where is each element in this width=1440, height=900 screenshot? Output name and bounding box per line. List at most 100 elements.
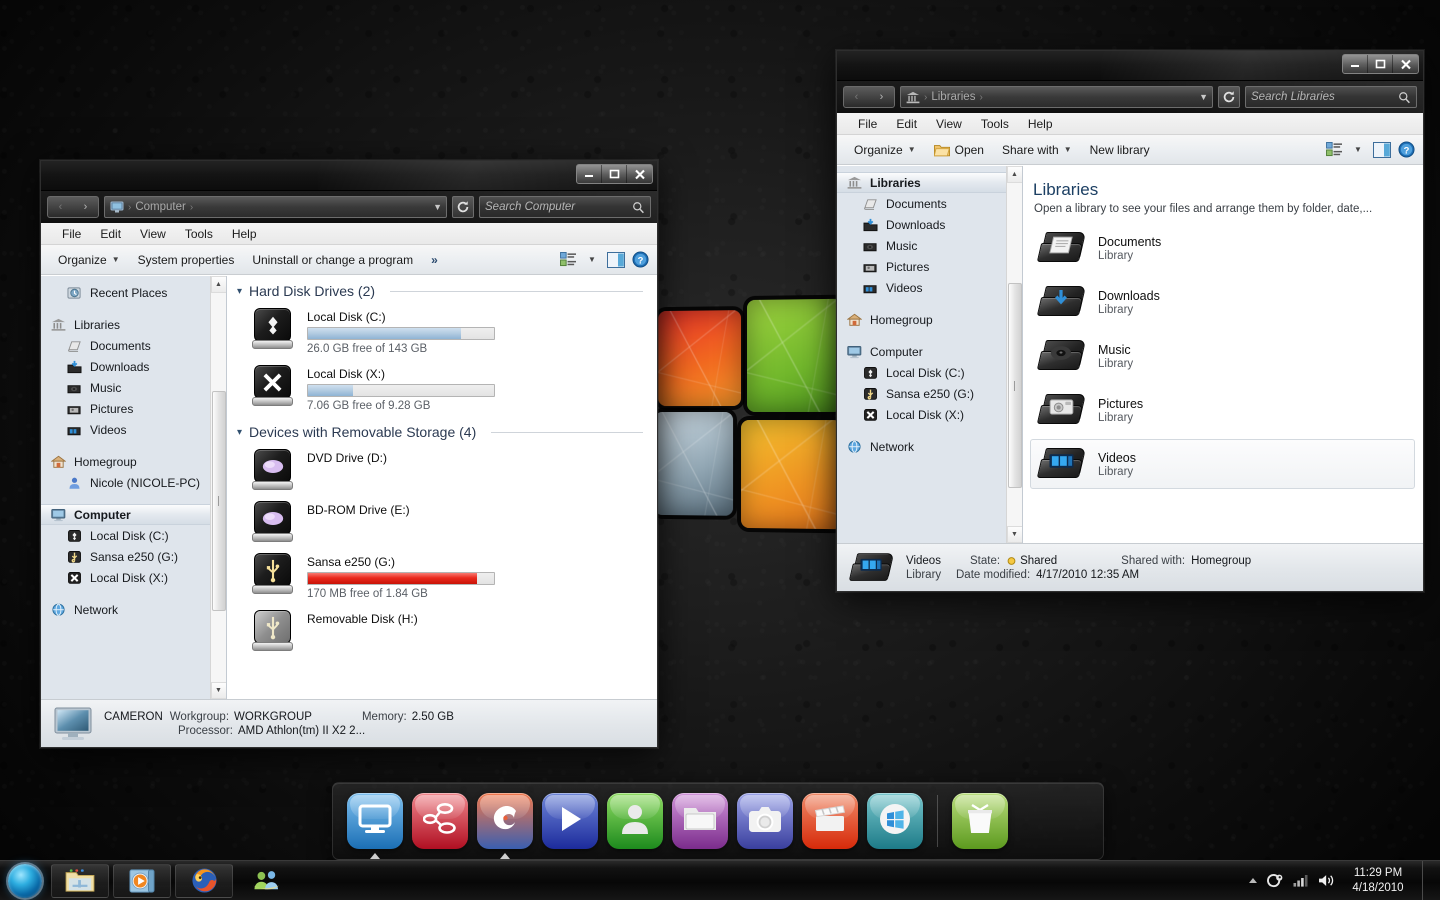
overflow-chevrons-button[interactable]: »	[423, 250, 446, 270]
nav-pane-scrollbar[interactable]: ▲ ▼	[210, 276, 226, 699]
sidebar-item-local-disk-c[interactable]: Local Disk (C:)	[41, 525, 226, 546]
computer-content-pane[interactable]: ▾ Hard Disk Drives (2) Local Disk (C:) 26.0…	[227, 276, 657, 699]
sidebar-item-documents[interactable]: Documents	[41, 335, 226, 356]
computer-explorer-window[interactable]: ‹ › › Computer › ▼ Search Computer File …	[40, 160, 658, 748]
sidebar-item-local-disk-x[interactable]: Local Disk (X:)	[41, 567, 226, 588]
menu-view[interactable]: View	[132, 226, 174, 242]
window-controls[interactable]	[1342, 54, 1419, 74]
sidebar-item-sansa-e250-g[interactable]: Sansa e250 (G:)	[41, 546, 226, 567]
menu-tools[interactable]: Tools	[973, 116, 1017, 132]
change-view-dropdown-button[interactable]: ▼	[1347, 139, 1369, 161]
dock-item-documents-folder[interactable]	[672, 793, 728, 849]
taskbar-button-windows-media-player[interactable]	[113, 863, 171, 898]
back-button[interactable]: ‹	[48, 197, 73, 217]
dock-item-movies[interactable]	[802, 793, 858, 849]
scroll-thumb[interactable]	[1007, 283, 1022, 488]
breadcrumb-separator-2[interactable]: ›	[190, 202, 193, 213]
dock-item-windows-start[interactable]	[867, 793, 923, 849]
computer-navigation-row[interactable]: ‹ › › Computer › ▼ Search Computer	[41, 191, 657, 223]
menu-help[interactable]: Help	[224, 226, 265, 242]
taskbar-clock[interactable]: 11:29 PM 4/18/2010	[1345, 866, 1411, 896]
sidebar-item-recent-places[interactable]: Recent Places	[41, 282, 226, 303]
scroll-thumb[interactable]	[211, 391, 226, 611]
preview-pane-button[interactable]	[605, 249, 627, 271]
scroll-down-button[interactable]: ▼	[1006, 526, 1022, 543]
library-item[interactable]: Music Library	[1030, 331, 1415, 381]
drive-item[interactable]: Local Disk (X:) 7.06 GB free of 9.28 GB	[227, 360, 657, 417]
drive-item[interactable]: BD-ROM Drive (E:)	[227, 496, 657, 548]
dock-item-photos[interactable]	[737, 793, 793, 849]
share-with-button[interactable]: Share with ▼	[994, 140, 1080, 160]
libraries-navigation-row[interactable]: ‹ › › Libraries › ▼ Search Libraries	[837, 81, 1423, 113]
help-button[interactable]: ?	[1395, 139, 1417, 161]
libraries-command-bar[interactable]: Organize ▼ Open Share with ▼ New library	[837, 135, 1423, 165]
sidebar-item-local-disk-c[interactable]: Local Disk (C:)	[837, 362, 1022, 383]
refresh-button[interactable]	[1218, 86, 1240, 108]
sidebar-item-network[interactable]: Network	[41, 599, 226, 620]
taskbar-button-windows-explorer[interactable]	[51, 863, 109, 898]
minimize-button[interactable]	[1343, 55, 1368, 73]
open-button[interactable]: Open	[926, 140, 992, 160]
libraries-menu-bar[interactable]: File Edit View Tools Help	[837, 113, 1423, 135]
libraries-content-pane[interactable]: Libraries Open a library to see your fil…	[1023, 166, 1423, 543]
menu-tools[interactable]: Tools	[177, 226, 221, 242]
forward-button[interactable]: ›	[73, 197, 98, 217]
steam-icon[interactable]	[1267, 873, 1284, 889]
scroll-up-button[interactable]: ▲	[210, 276, 226, 293]
sidebar-item-documents[interactable]: Documents	[837, 193, 1022, 214]
scroll-track[interactable]	[1006, 183, 1022, 526]
sidebar-item-local-disk-x[interactable]: Local Disk (X:)	[837, 404, 1022, 425]
breadcrumb-libraries[interactable]: Libraries	[931, 91, 975, 103]
maximize-button[interactable]	[602, 165, 627, 183]
sidebar-item-sansa-e250-g[interactable]: Sansa e250 (G:)	[837, 383, 1022, 404]
search-input[interactable]: Search Computer	[479, 196, 651, 218]
drive-group-header[interactable]: ▾ Hard Disk Drives (2)	[227, 276, 657, 303]
taskbar[interactable]: 11:29 PM 4/18/2010	[0, 860, 1440, 900]
taskbar-button-firefox[interactable]	[175, 863, 233, 898]
dock-item-user-account[interactable]	[607, 793, 663, 849]
dock-item-recycle-bin[interactable]	[952, 793, 1008, 849]
sidebar-item-libraries[interactable]: Libraries	[837, 172, 1022, 193]
address-bar[interactable]: › Computer › ▼	[104, 196, 447, 218]
address-dropdown-icon[interactable]: ▼	[433, 202, 442, 212]
library-item[interactable]: Pictures Library	[1030, 385, 1415, 435]
show-desktop-button[interactable]	[1422, 861, 1431, 900]
taskbar-button-windows-live-messenger[interactable]	[237, 864, 295, 898]
desktop-dock[interactable]	[332, 782, 1104, 860]
menu-help[interactable]: Help	[1020, 116, 1061, 132]
sidebar-item-homegroup[interactable]: Homegroup	[41, 451, 226, 472]
close-button[interactable]	[627, 165, 652, 183]
sidebar-item-music[interactable]: Music	[41, 377, 226, 398]
forward-button[interactable]: ›	[869, 87, 894, 107]
new-library-button[interactable]: New library	[1082, 140, 1158, 160]
help-button[interactable]: ?	[629, 249, 651, 271]
sidebar-item-nicole-nicole-pc[interactable]: Nicole (NICOLE-PC)	[41, 472, 226, 493]
menu-file[interactable]: File	[54, 226, 89, 242]
menu-view[interactable]: View	[928, 116, 970, 132]
dock-item-media-player[interactable]	[542, 793, 598, 849]
change-view-button[interactable]	[557, 249, 579, 271]
system-properties-button[interactable]: System properties	[130, 250, 243, 270]
sidebar-item-pictures[interactable]: Pictures	[41, 398, 226, 419]
library-item[interactable]: Documents Library	[1030, 223, 1415, 273]
sidebar-item-computer[interactable]: Computer	[837, 341, 1022, 362]
computer-window-titlebar[interactable]	[41, 161, 657, 191]
network-signal-icon[interactable]	[1293, 874, 1309, 887]
sidebar-item-downloads[interactable]: Downloads	[41, 356, 226, 377]
change-view-dropdown-button[interactable]: ▼	[581, 249, 603, 271]
sidebar-item-videos[interactable]: Videos	[41, 419, 226, 440]
sidebar-item-music[interactable]: Music	[837, 235, 1022, 256]
library-item[interactable]: Downloads Library	[1030, 277, 1415, 327]
organize-button[interactable]: Organize ▼	[846, 140, 924, 160]
minimize-button[interactable]	[577, 165, 602, 183]
sidebar-item-videos[interactable]: Videos	[837, 277, 1022, 298]
menu-file[interactable]: File	[850, 116, 885, 132]
start-button[interactable]	[3, 863, 47, 899]
menu-edit[interactable]: Edit	[888, 116, 925, 132]
breadcrumb-computer[interactable]: Computer	[135, 201, 186, 213]
drive-item[interactable]: Local Disk (C:) 26.0 GB free of 143 GB	[227, 303, 657, 360]
back-forward-buttons[interactable]: ‹ ›	[843, 86, 895, 108]
sidebar-item-homegroup[interactable]: Homegroup	[837, 309, 1022, 330]
sidebar-item-pictures[interactable]: Pictures	[837, 256, 1022, 277]
libraries-explorer-window[interactable]: ‹ › › Libraries › ▼ Search Libraries Fil…	[836, 50, 1424, 592]
